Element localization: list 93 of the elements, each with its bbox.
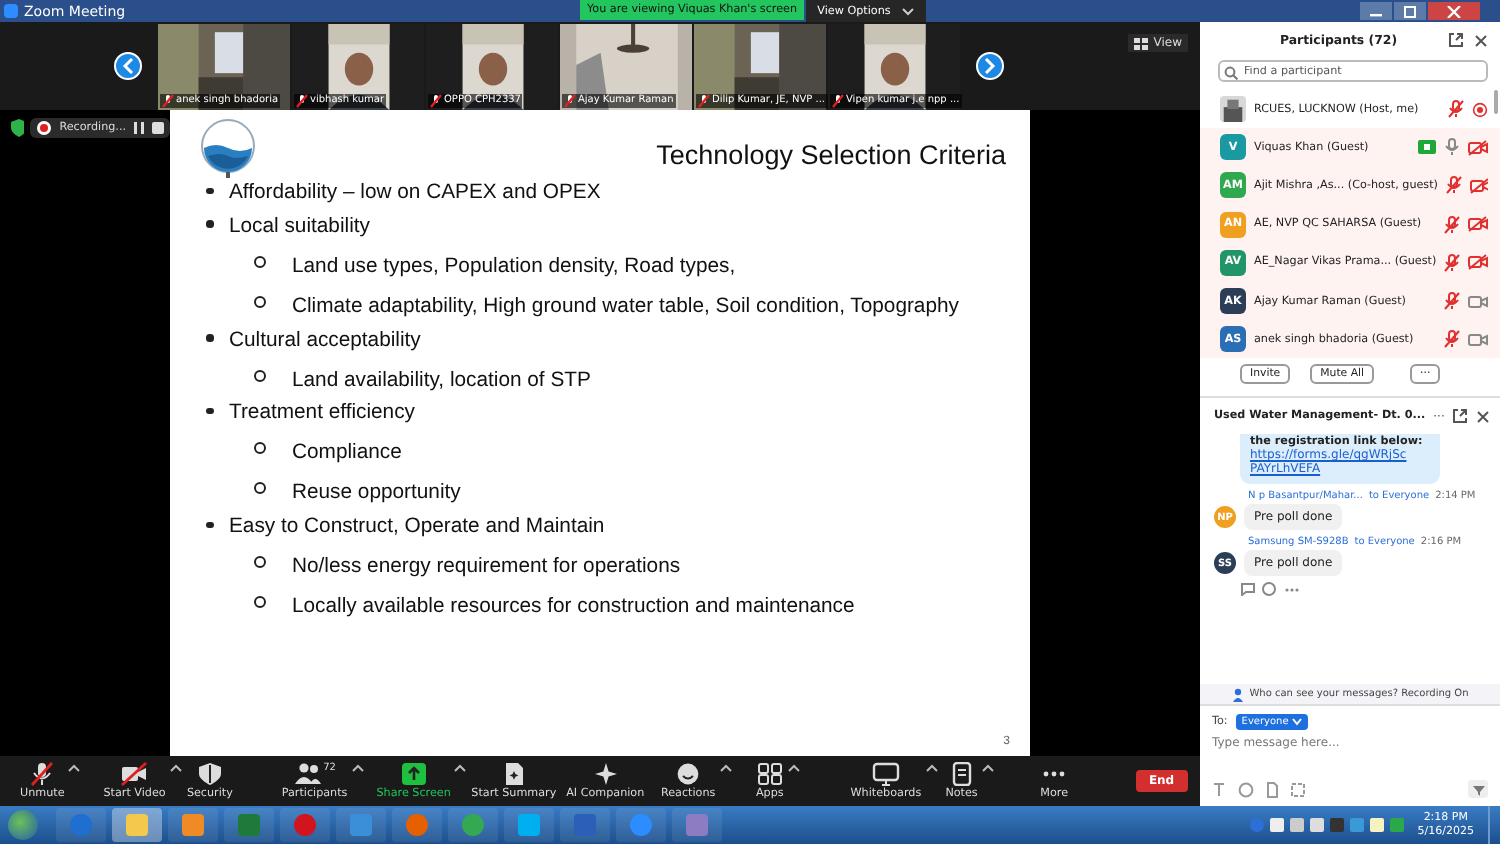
bullet-icon xyxy=(254,295,266,308)
app-logo-icon xyxy=(4,4,18,18)
pause-icon xyxy=(134,122,144,134)
emoji-icon[interactable] xyxy=(1238,781,1254,797)
bullet-icon xyxy=(206,521,213,529)
taskbar-app-icon[interactable] xyxy=(168,808,218,842)
caret-icon xyxy=(981,764,994,772)
bullet-icon xyxy=(206,407,213,415)
close-icon xyxy=(1446,5,1462,17)
caret-button[interactable] xyxy=(981,764,994,772)
bullet-icon xyxy=(254,556,266,569)
bullet-text: No/less energy requirement for operations xyxy=(292,556,681,581)
chevron-left-icon xyxy=(122,58,134,74)
caret-icon xyxy=(68,764,81,772)
caret-button[interactable] xyxy=(454,764,467,772)
caret-button[interactable] xyxy=(925,764,938,772)
bullet-icon xyxy=(254,595,266,608)
sparkle-icon xyxy=(591,762,620,786)
speaker-icon[interactable] xyxy=(1309,818,1324,832)
muted-camera-icon xyxy=(120,762,149,786)
filter-icon xyxy=(1471,783,1485,795)
bullet-text: Local suitability xyxy=(229,215,370,241)
bullet-text: Compliance xyxy=(292,442,402,468)
bullet-text: Cultural acceptability xyxy=(229,329,421,355)
minimize-button[interactable] xyxy=(1360,2,1392,20)
caret-button[interactable] xyxy=(787,764,800,772)
apps-icon xyxy=(755,762,784,786)
caret-icon xyxy=(169,764,182,772)
taskbar-app-icon[interactable] xyxy=(504,808,554,842)
bullet-text: Affordability – low on CAPEX and OPEX xyxy=(229,182,601,207)
stop-icon xyxy=(152,122,164,134)
muted-mic-icon xyxy=(162,93,174,107)
bullet-text: Locally available resources for construction and maintenance xyxy=(292,595,855,621)
bullet-text: Reuse opportunity xyxy=(292,482,461,508)
person-icon xyxy=(1231,687,1246,701)
logo-icon xyxy=(200,118,256,178)
caret-icon xyxy=(787,764,800,772)
close-icon[interactable] xyxy=(1474,33,1488,47)
signal-icon[interactable] xyxy=(1289,818,1304,832)
bullet-icon xyxy=(254,369,266,382)
note-icon xyxy=(947,762,976,786)
taskbar-app-icon[interactable] xyxy=(448,808,498,842)
pop-out-icon[interactable] xyxy=(1452,408,1469,425)
previous-button[interactable] xyxy=(114,52,142,80)
stop-button[interactable] xyxy=(152,122,164,134)
people-icon xyxy=(293,762,322,786)
emoji-icon[interactable] xyxy=(1262,582,1278,597)
bullet-text: Land availability, location of STP xyxy=(292,369,591,394)
bullet-icon xyxy=(206,220,213,228)
caret-icon xyxy=(454,764,467,772)
bullet-text: Land use types, Population density, Road types, xyxy=(292,255,736,281)
slide-title: Technology Selection Criteria xyxy=(656,137,1006,169)
reply-icon[interactable] xyxy=(1240,582,1256,597)
caret-icon xyxy=(351,764,364,772)
bullet-text: Treatment efficiency xyxy=(229,402,415,428)
file-icon[interactable] xyxy=(1264,781,1280,797)
next-button[interactable] xyxy=(976,52,1004,80)
bullet-icon xyxy=(206,334,213,342)
record-icon xyxy=(35,120,52,136)
bullet-icon xyxy=(254,482,266,495)
close-icon[interactable] xyxy=(1476,409,1490,424)
chevron-right-icon xyxy=(984,58,996,74)
caret-icon xyxy=(719,764,732,772)
caret-icon xyxy=(902,7,915,15)
caret-button[interactable] xyxy=(169,764,182,772)
taskbar-app-icon[interactable] xyxy=(112,808,162,842)
bullet-text: Easy to Construct, Operate and Maintain xyxy=(229,516,605,542)
format-icon[interactable] xyxy=(1212,781,1228,797)
caret-button[interactable] xyxy=(351,764,364,772)
muted-mic-icon xyxy=(28,762,57,786)
caret-button[interactable] xyxy=(68,764,81,772)
shield-icon xyxy=(195,762,224,786)
start-button[interactable] xyxy=(8,810,38,840)
pop-out-icon[interactable] xyxy=(1448,32,1464,48)
bullet-text: Climate adaptability, High ground water table, Soil condition, Topography xyxy=(292,295,959,321)
taskbar-app-icon[interactable] xyxy=(616,808,666,842)
maximize-icon xyxy=(1402,5,1418,17)
bullet-icon xyxy=(254,255,266,268)
bullet-icon xyxy=(254,442,266,455)
pause-button[interactable] xyxy=(134,122,144,134)
close-button[interactable] xyxy=(1428,2,1480,20)
screenshot-icon[interactable] xyxy=(1290,781,1306,797)
smile-icon xyxy=(674,762,703,786)
search-icon xyxy=(1224,66,1238,80)
maximize-button[interactable] xyxy=(1394,2,1426,20)
caret-button[interactable] xyxy=(719,764,732,772)
caret-icon xyxy=(925,764,938,772)
board-icon xyxy=(871,762,900,786)
caret-icon xyxy=(1292,718,1303,726)
grid-icon xyxy=(1133,37,1148,49)
shield-icon xyxy=(10,118,24,138)
flag-icon[interactable] xyxy=(1269,818,1284,832)
bullet-icon xyxy=(206,187,213,194)
